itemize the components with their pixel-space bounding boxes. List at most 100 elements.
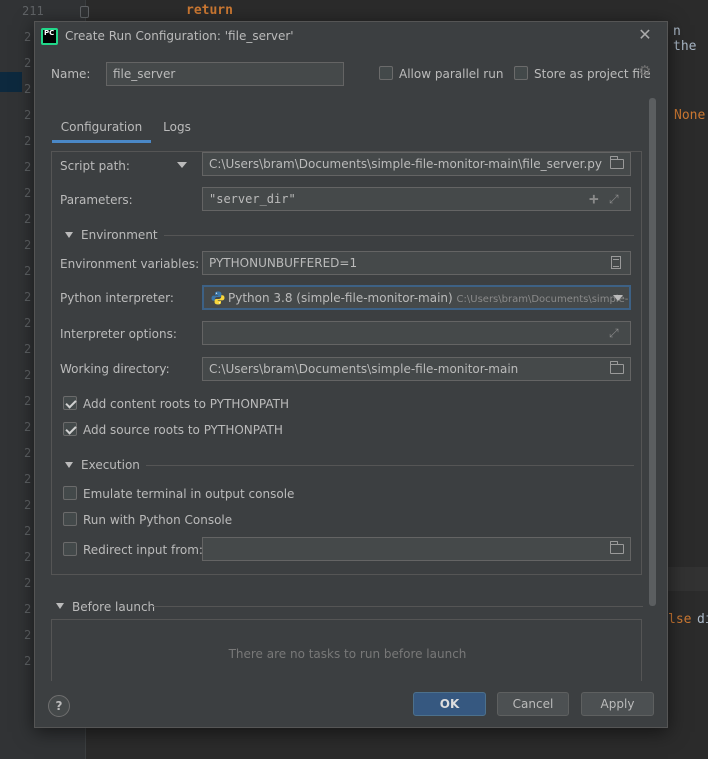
environment-section-title[interactable]: Environment <box>81 228 158 242</box>
script-path-type-dropdown[interactable] <box>177 162 187 168</box>
gutter-line-number: 2 <box>24 316 32 330</box>
expand-icon[interactable]: ⤢ <box>609 193 619 205</box>
gutter-line-number: 2 <box>24 628 32 642</box>
add-content-roots-label[interactable]: Add content roots to PYTHONPATH <box>83 397 289 411</box>
dialog-title: Create Run Configuration: 'file_server' <box>65 29 294 43</box>
plus-icon[interactable]: + <box>589 191 599 207</box>
working-directory-value: C:\Users\bram\Documents\simple-file-moni… <box>209 362 519 376</box>
apply-button[interactable]: Apply <box>581 692 654 716</box>
run-with-python-console-checkbox[interactable] <box>63 512 77 526</box>
emulate-terminal-label[interactable]: Emulate terminal in output console <box>83 487 294 501</box>
interpreter-options-field[interactable]: ⤢ <box>202 321 631 345</box>
gutter-line-number: 2 <box>24 368 32 382</box>
interpreter-options-label: Interpreter options: <box>60 327 177 341</box>
python-interpreter-label: Python interpreter: <box>60 291 174 305</box>
code-else-keyword: lse <box>668 612 692 627</box>
gutter-line-number: 2 <box>24 238 32 252</box>
gutter-line-number: 2 <box>24 56 32 70</box>
environment-collapse-icon[interactable] <box>65 232 73 238</box>
gutter-line-number: 2 <box>24 446 32 460</box>
allow-parallel-run-checkbox[interactable] <box>379 66 393 80</box>
store-as-project-file-checkbox[interactable] <box>514 66 528 80</box>
folder-icon[interactable] <box>610 156 624 169</box>
gear-icon[interactable]: ⚙ <box>638 64 652 79</box>
dropdown-arrow-icon[interactable] <box>613 295 623 301</box>
gutter-line-number: 211 <box>22 4 44 18</box>
gutter-line-number: 2 <box>24 498 32 512</box>
script-path-field[interactable]: C:\Users\bram\Documents\simple-file-moni… <box>202 152 631 176</box>
working-directory-field[interactable]: C:\Users\bram\Documents\simple-file-moni… <box>202 357 631 381</box>
gutter-line-number: 2 <box>24 524 32 538</box>
name-field[interactable]: file_server <box>106 62 344 86</box>
gutter-line-number: 2 <box>24 420 32 434</box>
gutter-line-number: 2 <box>24 212 32 226</box>
gutter-line-number: 2 <box>24 550 32 564</box>
gutter-line-number: 2 <box>24 576 32 590</box>
run-with-python-console-label[interactable]: Run with Python Console <box>83 513 232 527</box>
folder-icon[interactable] <box>610 361 624 374</box>
execution-collapse-icon[interactable] <box>65 462 73 468</box>
python-interpreter-value: Python 3.8 (simple-file-monitor-main) <box>228 291 453 305</box>
section-divider <box>153 606 643 607</box>
section-divider <box>164 235 634 236</box>
environment-variables-value: PYTHONUNBUFFERED=1 <box>209 256 358 270</box>
ok-button[interactable]: OK <box>413 692 486 716</box>
gutter-selection-marker <box>0 72 22 92</box>
gutter-line-number: 2 <box>24 654 32 668</box>
section-divider <box>146 465 634 466</box>
script-path-value: C:\Users\bram\Documents\simple-file-moni… <box>209 157 602 171</box>
active-tab-indicator <box>52 140 151 143</box>
tab-logs[interactable]: Logs <box>154 114 200 144</box>
help-button[interactable]: ? <box>48 695 70 717</box>
gutter-line-number: 2 <box>24 472 32 486</box>
close-icon[interactable]: ✕ <box>636 26 654 44</box>
pycharm-app-icon: PC <box>41 28 58 45</box>
scrollbar-thumb[interactable] <box>649 98 656 606</box>
add-content-roots-checkbox[interactable] <box>63 396 77 410</box>
before-launch-collapse-icon[interactable] <box>56 603 64 609</box>
cancel-button[interactable]: Cancel <box>497 692 569 716</box>
environment-variables-label: Environment variables: <box>60 257 200 271</box>
run-configuration-dialog: PC Create Run Configuration: 'file_serve… <box>34 21 668 728</box>
gutter-line-number: 2 <box>24 134 32 148</box>
parameters-value: "server_dir" <box>209 192 296 206</box>
environment-variables-field[interactable]: PYTHONUNBUFFERED=1 <box>202 251 631 275</box>
add-source-roots-label[interactable]: Add source roots to PYTHONPATH <box>83 423 283 437</box>
gutter-line-number: 2 <box>24 290 32 304</box>
before-launch-empty-text: There are no tasks to run before launch <box>228 647 467 661</box>
parameters-field[interactable]: "server_dir" + ⤢ <box>202 187 631 211</box>
name-label: Name: <box>51 67 91 81</box>
code-text-fragment: n the <box>673 24 697 54</box>
fold-marker-icon[interactable] <box>80 6 89 18</box>
gutter-line-number: 2 <box>24 602 32 616</box>
gutter-line-number: 2 <box>24 342 32 356</box>
redirect-input-label[interactable]: Redirect input from: <box>83 543 203 557</box>
store-as-project-file-label[interactable]: Store as project file <box>534 67 651 81</box>
redirect-input-checkbox[interactable] <box>63 542 77 556</box>
gutter-line-number: 2 <box>24 264 32 278</box>
script-path-label: Script path: <box>60 159 130 173</box>
before-launch-task-list[interactable]: There are no tasks to run before launch <box>51 619 642 681</box>
folder-icon[interactable] <box>610 541 624 554</box>
allow-parallel-run-label[interactable]: Allow parallel run <box>399 67 503 81</box>
python-interpreter-select[interactable]: Python 3.8 (simple-file-monitor-main) C:… <box>202 285 631 310</box>
document-icon[interactable] <box>611 256 621 269</box>
code-none-keyword: None <box>674 108 706 123</box>
code-return-keyword: return <box>186 3 233 18</box>
expand-icon[interactable]: ⤢ <box>609 327 619 339</box>
gutter-line-number: 2 <box>24 108 32 122</box>
parameters-label: Parameters: <box>60 193 133 207</box>
gutter-line-number: 2 <box>24 186 32 200</box>
gutter-line-number: 2 <box>24 30 32 44</box>
emulate-terminal-checkbox[interactable] <box>63 486 77 500</box>
working-directory-label: Working directory: <box>60 362 170 376</box>
python-interpreter-path: C:\Users\bram\Documents\simple- <box>456 294 629 305</box>
before-launch-section-title[interactable]: Before launch <box>72 600 155 614</box>
execution-section-title[interactable]: Execution <box>81 458 140 472</box>
gutter-line-number: 2 <box>24 160 32 174</box>
add-source-roots-checkbox[interactable] <box>63 422 77 436</box>
redirect-input-field[interactable] <box>202 537 631 561</box>
editor-current-line-highlight <box>668 567 708 591</box>
code-text-fragment: di <box>697 612 708 627</box>
python-logo-icon <box>211 291 225 305</box>
